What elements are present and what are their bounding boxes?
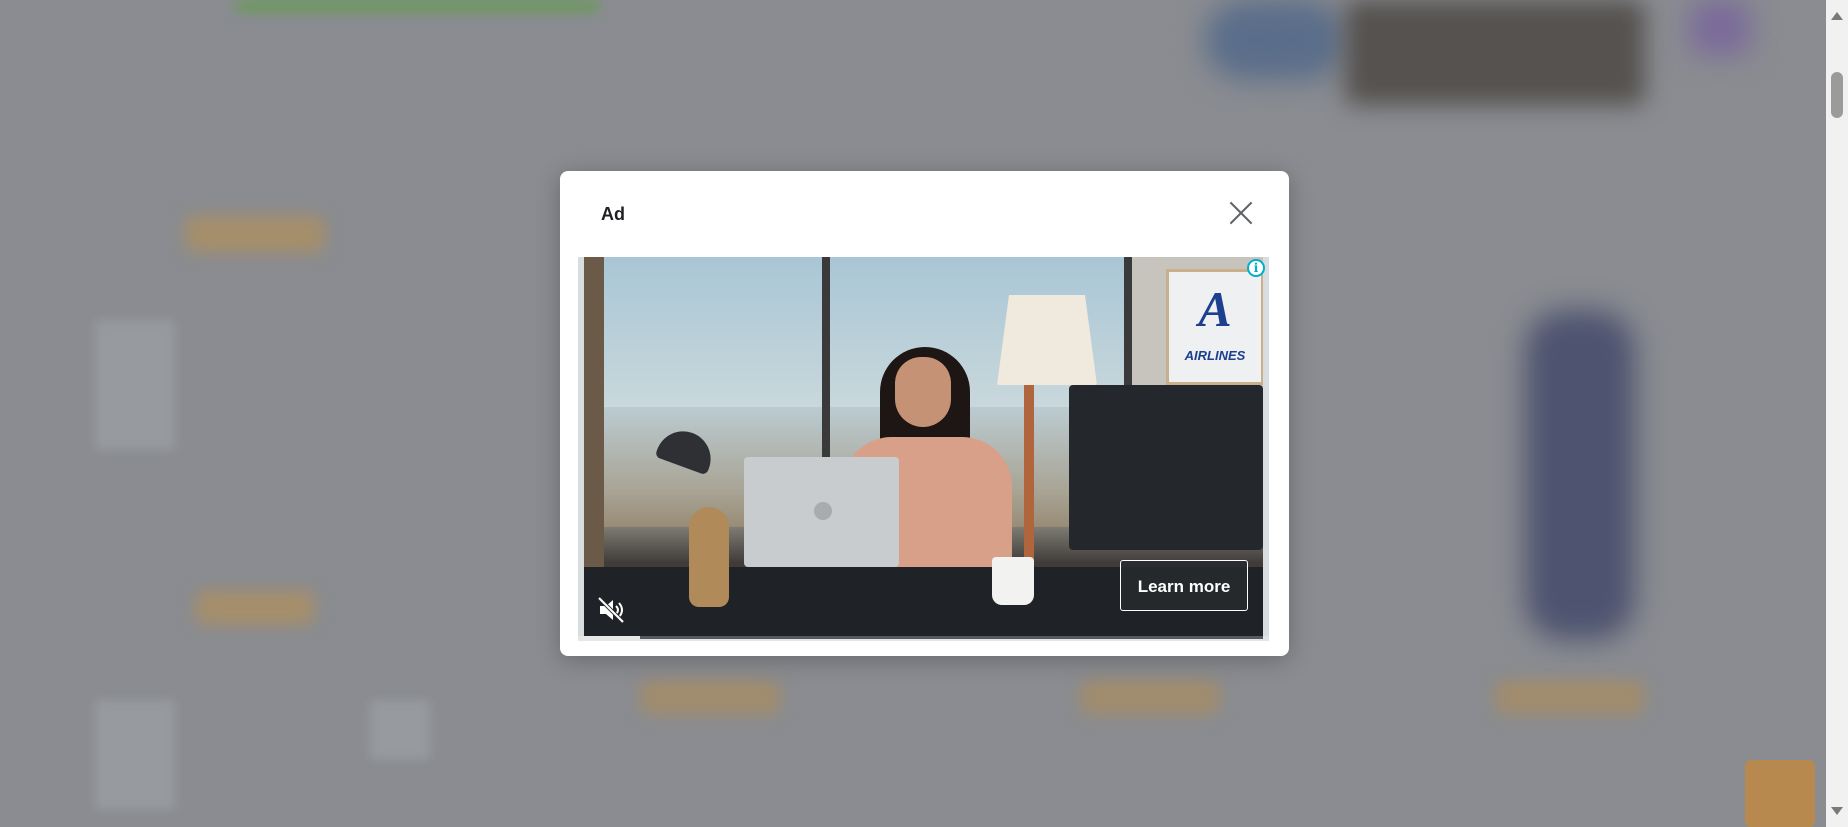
learn-more-button[interactable]: Learn more: [1120, 560, 1248, 611]
background-floating-button: [1745, 760, 1815, 827]
scroll-down-arrow-icon[interactable]: [1831, 807, 1843, 815]
page-backdrop: Ad A AIRLINES i Learn more: [0, 0, 1848, 827]
background-banner: [235, 0, 600, 12]
muted-speaker-icon[interactable]: [596, 595, 626, 625]
background-image: [1205, 0, 1345, 80]
video-scene: [895, 357, 951, 427]
background-image: [1525, 310, 1635, 640]
airline-logo-text: AIRLINES: [1184, 348, 1246, 363]
airline-logo: A: [1198, 281, 1232, 337]
scroll-up-arrow-icon[interactable]: [1831, 12, 1843, 20]
scroll-thumb[interactable]: [1831, 72, 1843, 118]
background-button: [185, 215, 325, 253]
background-text: [95, 320, 175, 450]
background-button: [195, 590, 315, 625]
ad-video-player[interactable]: A AIRLINES i Learn more: [578, 257, 1269, 641]
background-image: [1345, 0, 1645, 105]
airlines-poster: A AIRLINES: [1166, 269, 1263, 385]
background-button: [1495, 680, 1645, 715]
dialog-title: Ad: [601, 204, 625, 224]
video-scene: [997, 295, 1097, 385]
background-text: [95, 700, 175, 810]
video-scene: [689, 507, 729, 607]
video-scene: [992, 557, 1034, 605]
video-progress-bar[interactable]: [578, 636, 1269, 641]
video-progress-fill: [578, 636, 641, 641]
video-scene: [814, 502, 832, 520]
ad-dialog: Ad A AIRLINES i Learn more: [560, 171, 1289, 656]
background-image: [1690, 0, 1750, 55]
close-icon[interactable]: [1226, 198, 1256, 228]
background-text: [370, 700, 430, 760]
background-button: [1080, 680, 1220, 715]
video-scene: [584, 257, 604, 587]
video-scene: [1069, 385, 1263, 550]
info-icon[interactable]: i: [1247, 259, 1265, 277]
background-button: [640, 680, 780, 715]
page-scrollbar[interactable]: [1826, 0, 1848, 827]
